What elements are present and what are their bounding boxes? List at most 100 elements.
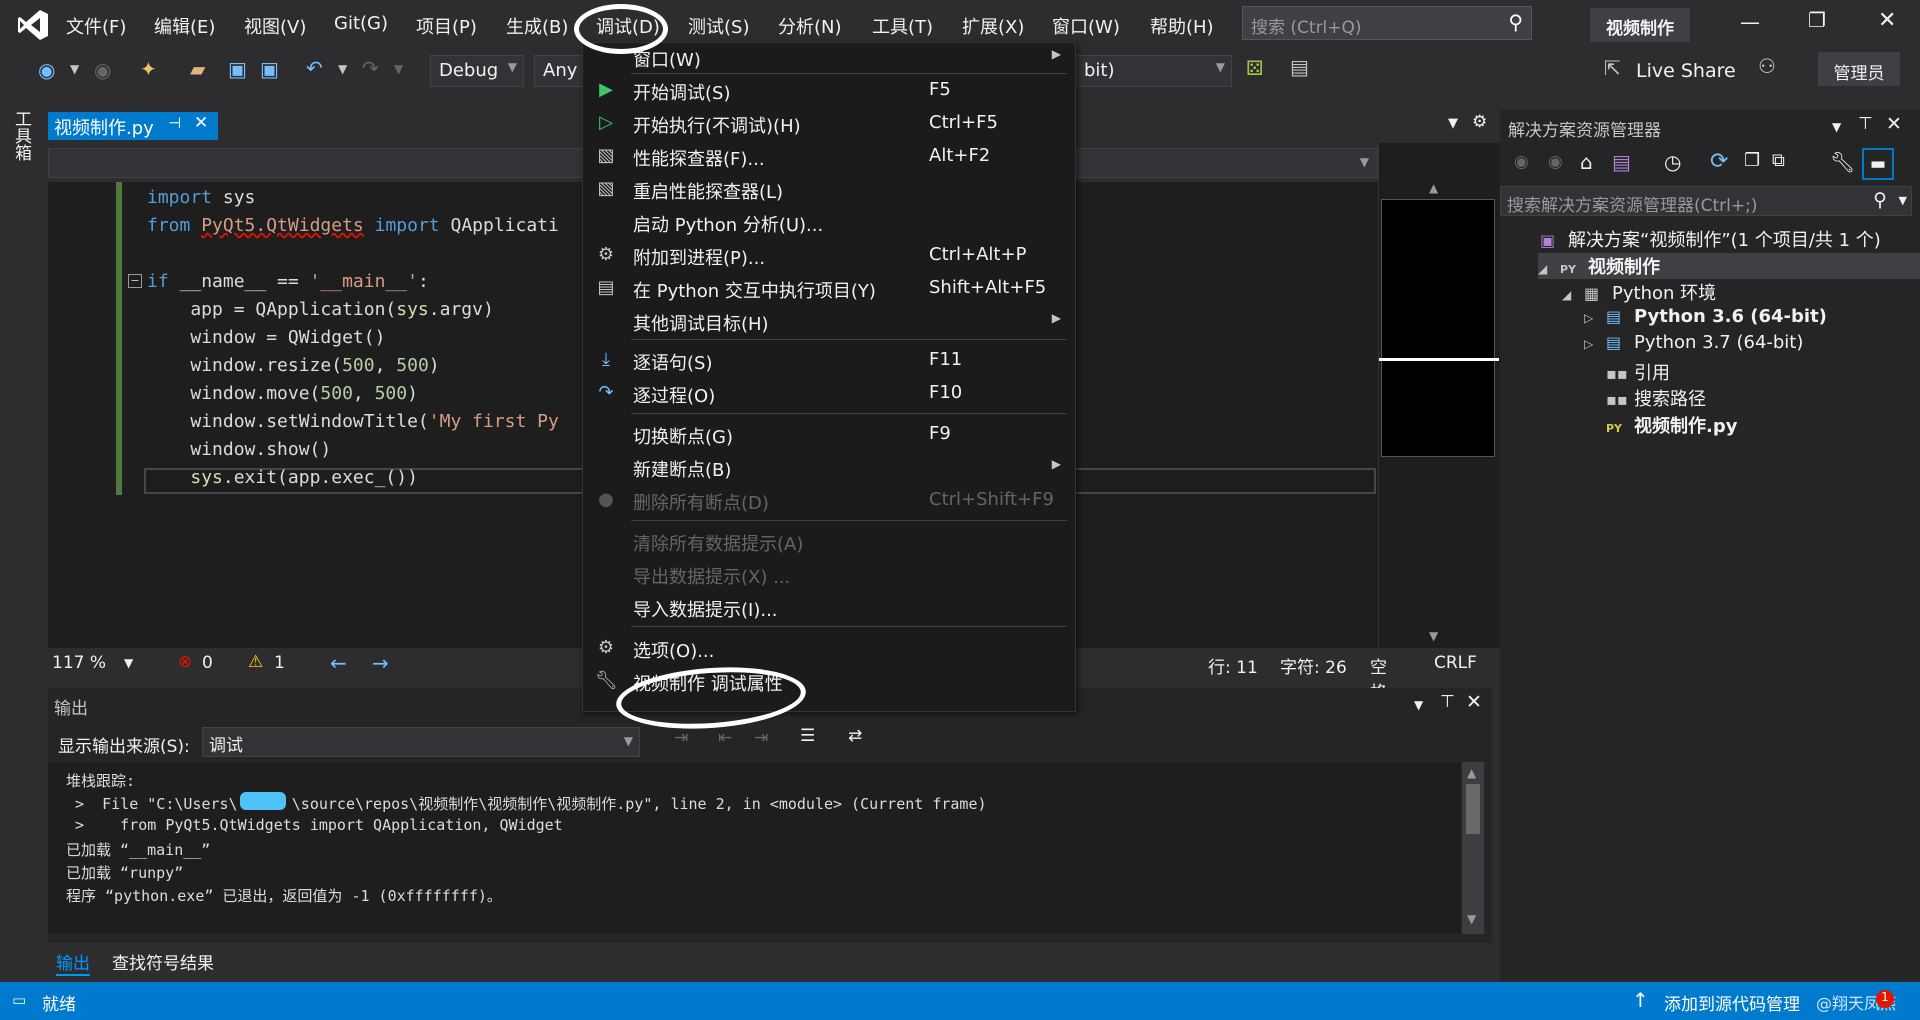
solution-tree-item[interactable]: ▪▪ 搜索路径 (1584, 385, 1706, 411)
debug-menu-item[interactable]: ▧ 性能探查器(F)... Alt+F2 (583, 140, 1075, 172)
debug-menu-item[interactable]: ▷ 开始执行(不调试)(H) Ctrl+F5 (583, 107, 1075, 139)
zoom-level[interactable]: 117 % (52, 653, 106, 673)
notification-icon[interactable]: 1 (1876, 990, 1894, 1008)
solution-tree-item[interactable]: ▷ ▤ Python 3.7 (64-bit) (1584, 332, 1803, 353)
vs-switch-views-icon[interactable]: ▤ (1612, 150, 1631, 174)
layout-icon[interactable]: ▤ (1290, 55, 1309, 79)
prev-message-icon[interactable]: ⇤ (718, 728, 732, 748)
tab-overflow-icon[interactable]: ▼ (1448, 116, 1458, 131)
tab-output[interactable]: 输出 (56, 949, 90, 976)
toolbox-tab[interactable]: 工具箱 (10, 110, 31, 161)
menu-8[interactable]: 分析(N) (778, 13, 842, 39)
startup-target-dropdown[interactable]: bit) ▼ (1076, 55, 1232, 87)
admin-badge[interactable]: 管理员 (1818, 52, 1900, 86)
debug-menu-item[interactable]: 启动 Python 分析(U)... (583, 206, 1075, 238)
menu-4[interactable]: 项目(P) (416, 13, 477, 39)
editor-tab[interactable]: 视频制作.py ⊣ ✕ (48, 112, 218, 140)
debug-menu-item[interactable]: ▤ 在 Python 交互中执行项目(Y) Shift+Alt+F5 (583, 272, 1075, 304)
sync-icon[interactable]: ⟳ (1710, 149, 1728, 174)
scroll-down-icon[interactable]: ▼ (1467, 912, 1476, 926)
expanded-icon[interactable]: ◢ (1562, 288, 1584, 302)
error-icon[interactable]: ⊗ (178, 652, 192, 672)
search-icon[interactable]: ⚲ (1873, 189, 1887, 211)
previous-issue-icon[interactable]: ← (330, 651, 347, 675)
chevron-down-icon[interactable]: ▼ (1899, 194, 1907, 207)
debug-menu-item[interactable]: 新建断点(B) ▶ (583, 451, 1075, 483)
next-issue-icon[interactable]: → (372, 651, 389, 675)
menu-12[interactable]: 帮助(H) (1150, 13, 1214, 39)
debug-menu-item[interactable]: 切换断点(G) F9 (583, 418, 1075, 450)
line-ending[interactable]: CRLF (1434, 653, 1477, 673)
chevron-down-icon[interactable]: ▼ (1832, 120, 1841, 134)
solution-search-box[interactable]: 搜索解决方案资源管理器(Ctrl+;) ⚲ ▼ (1500, 186, 1912, 216)
pin-icon[interactable]: ⊤ (1440, 692, 1455, 712)
menu-2[interactable]: 视图(V) (244, 13, 306, 39)
show-all-files-icon[interactable]: ⧉ (1772, 150, 1785, 171)
search-icon[interactable]: ⚲ (1508, 10, 1523, 34)
open-file-icon[interactable]: ▰ (190, 57, 205, 81)
debug-menu-item[interactable]: ↷ 逐过程(O) F10 (583, 377, 1075, 409)
home-icon[interactable]: ⌂ (1580, 150, 1593, 174)
menu-5[interactable]: 生成(B) (506, 13, 568, 39)
pending-changes-icon[interactable]: ◷ (1664, 150, 1681, 174)
undo-icon[interactable]: ↶ (306, 56, 323, 80)
close-window-icon[interactable]: ✕ (1878, 8, 1896, 33)
scroll-up-icon[interactable]: ▲ (1429, 181, 1438, 195)
platform-dropdown[interactable]: Any (534, 55, 584, 87)
menu-1[interactable]: 编辑(E) (154, 13, 215, 39)
tab-find-symbol-results[interactable]: 查找符号结果 (112, 949, 214, 974)
live-share-icon[interactable]: ⇱ (1604, 56, 1621, 80)
next-message-icon[interactable]: ⇥ (754, 728, 768, 748)
search-box[interactable]: 搜索 (Ctrl+Q) ⚲ (1242, 6, 1532, 40)
solution-tree-item[interactable]: ◢ ▦ Python 环境 (1562, 279, 1716, 305)
menu-3[interactable]: Git(G) (334, 13, 388, 34)
clear-all-icon[interactable]: ☰ (800, 726, 815, 746)
collapsed-icon[interactable]: ▷ (1584, 337, 1606, 351)
debug-menu-item[interactable]: ⤓ 逐语句(S) F11 (583, 344, 1075, 376)
scroll-thumb[interactable] (1466, 784, 1480, 834)
back-icon[interactable]: ◉ (1514, 152, 1529, 172)
solution-tree-item[interactable]: ◢ PY 视频制作 (1538, 252, 1920, 279)
feedback-icon[interactable]: ⚇ (1758, 54, 1776, 78)
debug-menu-item[interactable]: 窗口(W) ▶ (583, 41, 1075, 73)
solution-tree-item[interactable]: ▣ 解决方案“视频制作”(1 个项目/共 1 个) (1518, 226, 1881, 252)
collapse-toggle[interactable]: − (128, 274, 142, 288)
preview-selected-icon[interactable]: ▬ (1862, 148, 1894, 180)
menu-9[interactable]: 工具(T) (872, 13, 933, 39)
solution-tree-item[interactable]: ▷ ▤ Python 3.6 (64-bit) (1584, 306, 1827, 327)
pin-icon[interactable]: ⊤ (1858, 114, 1873, 134)
debug-menu-item[interactable]: ▧ 重启性能探查器(L) (583, 173, 1075, 205)
configuration-dropdown[interactable]: Debug ▼ (430, 55, 524, 87)
redo-dropdown-icon[interactable]: ▼ (394, 62, 403, 76)
chevron-down-icon[interactable]: ▼ (1414, 698, 1423, 712)
new-project-icon[interactable]: ✦ (140, 57, 157, 81)
forward-icon[interactable]: ◉ (94, 58, 111, 82)
debug-menu-item[interactable]: ⚙ 附加到进程(P)... Ctrl+Alt+P (583, 239, 1075, 271)
pin-icon[interactable]: ⊣ (168, 114, 181, 132)
solution-tree-item[interactable]: PY 视频制作.py (1584, 412, 1737, 438)
forward-icon[interactable]: ◉ (1548, 152, 1563, 172)
upload-icon[interactable]: ↑ (1632, 988, 1649, 1012)
close-tab-icon[interactable]: ✕ (194, 113, 208, 133)
save-all-icon[interactable]: ▣ (260, 57, 279, 81)
solution-search-input[interactable]: 搜索解决方案资源管理器(Ctrl+;) (1507, 191, 1757, 216)
scroll-down-icon[interactable]: ▼ (1429, 629, 1438, 643)
output-source-dropdown[interactable]: 调试 ▼ (202, 727, 640, 757)
live-share-button[interactable]: Live Share (1636, 60, 1736, 82)
solution-tree-item[interactable]: ▪▪ 引用 (1584, 359, 1670, 385)
find-message-icon[interactable]: ⇥ (674, 728, 688, 748)
chevron-down-icon[interactable]: ▼ (1360, 155, 1369, 169)
chevron-down-icon[interactable]: ▼ (124, 656, 133, 670)
gift-icon[interactable]: ⚄ (1246, 56, 1263, 80)
save-icon[interactable]: ▣ (228, 57, 247, 81)
menu-11[interactable]: 窗口(W) (1052, 13, 1120, 39)
collapse-all-icon[interactable]: ❐ (1744, 150, 1760, 171)
search-input[interactable]: 搜索 (Ctrl+Q) (1251, 13, 1362, 38)
undo-dropdown-icon[interactable]: ▼ (338, 62, 347, 76)
debug-menu-item[interactable]: 导入数据提示(I)... (583, 591, 1075, 623)
settings-icon[interactable]: ⚙ (1472, 112, 1487, 132)
debug-menu-item[interactable]: ⚙ 选项(O)... (583, 632, 1075, 664)
char-number[interactable]: 字符: 26 (1280, 653, 1347, 678)
menu-7[interactable]: 测试(S) (688, 13, 749, 39)
back-dropdown-icon[interactable]: ▼ (70, 62, 79, 76)
